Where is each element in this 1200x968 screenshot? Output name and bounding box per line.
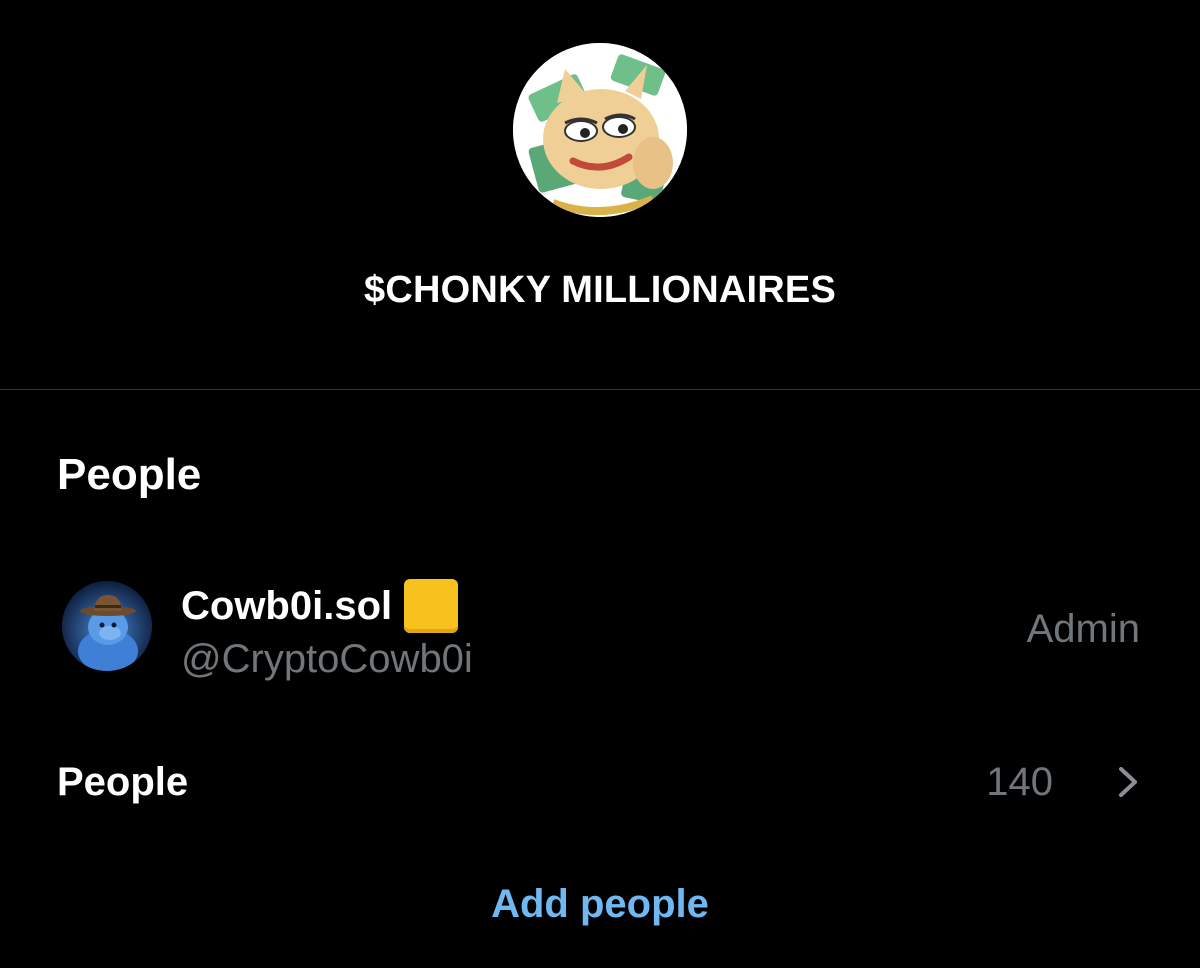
member-handle: @CryptoCowb0i — [181, 637, 473, 681]
chevron-right-icon — [1119, 767, 1137, 797]
group-avatar[interactable] — [513, 43, 687, 217]
member-row[interactable]: Cowb0i.sol @CryptoCowb0i Admin — [0, 565, 1200, 695]
yellow-square-emoji-icon — [404, 579, 459, 633]
member-role-badge: Admin — [1026, 607, 1140, 651]
member-avatar[interactable] — [62, 581, 152, 671]
section-divider — [0, 389, 1200, 390]
people-list-row[interactable]: People 140 — [0, 750, 1200, 814]
member-name: Cowb0i.sol — [181, 579, 459, 633]
people-row-label: People — [57, 760, 189, 804]
people-section-heading: People — [57, 450, 202, 499]
meme-cat-money-avatar-icon — [513, 43, 687, 217]
group-title: $CHONKY MILLIONAIRES — [363, 269, 836, 311]
add-people-button[interactable]: Add people — [0, 878, 1200, 930]
cowboy-gorilla-avatar-icon — [62, 581, 152, 671]
people-count: 140 — [986, 760, 1053, 804]
group-header: $CHONKY MILLIONAIRES — [0, 0, 1200, 389]
member-display-name: Cowb0i.sol — [181, 584, 393, 628]
